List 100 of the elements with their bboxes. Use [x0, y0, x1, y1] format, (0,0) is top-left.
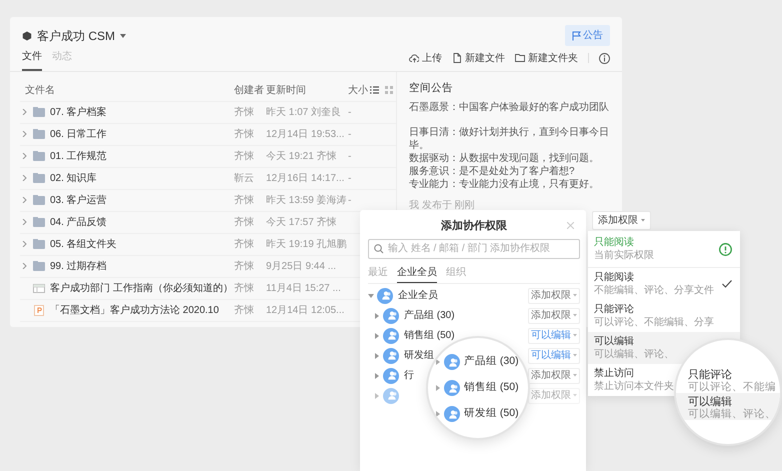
folder-icon: [33, 194, 45, 206]
file-name[interactable]: 99. 过期存档: [50, 258, 107, 274]
file-name[interactable]: 01. 工作规范: [50, 148, 107, 164]
expand-icon[interactable]: [22, 241, 26, 247]
file-size: -: [348, 194, 352, 208]
creator-name: 齐悚: [234, 128, 254, 142]
file-size: -: [348, 106, 352, 120]
expand-icon[interactable]: [375, 372, 379, 378]
folder-icon: [33, 260, 45, 272]
creator-name: 齐悚: [234, 238, 254, 252]
cube-icon: [22, 30, 32, 40]
caret-icon[interactable]: [120, 34, 126, 38]
group-name[interactable]: 销售组 (50): [404, 328, 455, 343]
expand-icon[interactable]: [22, 263, 26, 269]
group-name: 产品组 (30): [464, 354, 519, 370]
caret-icon: [573, 354, 577, 357]
file-name[interactable]: 「石墨文档」客户成功方法论 2020.10: [50, 302, 219, 318]
slides-file-icon: [33, 304, 45, 316]
expand-icon: [436, 385, 440, 391]
expand-icon: [436, 359, 440, 365]
expand-icon[interactable]: [22, 153, 26, 159]
group-name: 销售组 (50): [464, 380, 519, 396]
permission-dropdown[interactable]: 添加权限: [592, 211, 651, 230]
file-name[interactable]: 03. 客户运营: [50, 192, 107, 208]
expand-icon[interactable]: [22, 175, 26, 181]
announcement-line: 数据驱动：从数据中发现问题，找到问题。: [409, 152, 600, 164]
file-size: -: [348, 172, 352, 186]
creator-name: 齐悚: [234, 216, 254, 230]
space-title: 客户成功 CSM: [37, 28, 115, 44]
group-name[interactable]: 企业全员: [398, 288, 438, 303]
file-name[interactable]: 客户成功部门 工作指南（你必须知道的）: [50, 280, 233, 296]
group-name: 研发组 (50): [464, 406, 519, 422]
announcement-line: 石墨愿景：中国客户体验最好的客户成功团队: [409, 100, 610, 114]
info-icon[interactable]: [599, 52, 610, 64]
update-time: 昨天 19:19 孔旭鹏: [266, 238, 347, 252]
file-name[interactable]: 05. 各组文件夹: [50, 236, 117, 252]
folder-icon: [33, 106, 45, 118]
expand-icon[interactable]: [22, 197, 26, 203]
file-name[interactable]: 06. 日常工作: [50, 126, 107, 142]
permission-dropdown[interactable]: 添加权限: [528, 288, 580, 304]
expand-icon[interactable]: [22, 131, 26, 137]
update-time: 今天 19:21 齐悚: [266, 150, 337, 164]
collapse-icon[interactable]: [368, 294, 374, 298]
expand-icon[interactable]: [375, 352, 379, 358]
permission-option[interactable]: 只能评论 可以评论、不能编辑、分享: [588, 300, 714, 332]
expand-icon[interactable]: [375, 392, 379, 398]
update-time: 昨天 1:07 刘奎良: [266, 106, 342, 120]
announcement-line: 日事日清：做好计划并执行，直到今日事今日毕。: [409, 126, 610, 152]
check-icon: [722, 280, 732, 288]
caret-icon: [641, 219, 645, 222]
grid-view-icon[interactable]: [385, 86, 393, 94]
permission-option[interactable]: 只能阅读 不能编辑、评论、分享文件: [588, 268, 740, 300]
permission-option[interactable]: 禁止访问 禁止访问本文件夹: [588, 364, 674, 396]
tab[interactable]: 企业全员: [397, 262, 437, 282]
group-name[interactable]: 研发组: [404, 348, 434, 363]
permission-title: 只能阅读: [594, 236, 635, 249]
file-size: -: [348, 128, 352, 142]
caret-icon: [573, 334, 577, 337]
tab[interactable]: 文件: [22, 48, 42, 70]
folder-icon: [33, 128, 45, 140]
expand-icon[interactable]: [375, 312, 379, 318]
column-header: 文件名: [24, 84, 55, 98]
toolbar-button[interactable]: 新建文件: [452, 50, 505, 66]
file-name[interactable]: 07. 客户档案: [50, 104, 107, 120]
close-icon[interactable]: [567, 222, 574, 229]
file-size: -: [348, 150, 352, 164]
creator-name: 齐悚: [234, 282, 254, 296]
permission-dropdown[interactable]: 添加权限: [528, 368, 580, 384]
permission-dropdown[interactable]: 添加权限: [528, 308, 580, 324]
update-time: 昨天 13:59 姜海涛: [266, 194, 347, 208]
caret-icon: [573, 294, 577, 297]
expand-icon[interactable]: [22, 109, 26, 115]
folder-icon: [33, 216, 45, 228]
list-view-icon[interactable]: [370, 86, 379, 94]
permission-option: 只能评论 可以评论、不能编: [676, 366, 780, 393]
update-time: 9月25日 9:44 ...: [266, 260, 336, 274]
column-header: 大小: [348, 84, 368, 98]
spreadsheet-icon: [33, 282, 45, 294]
permission-description: 当前实际权限: [594, 249, 654, 262]
announcement-title: 空间公告: [409, 82, 454, 94]
creator-name: 齐悚: [234, 150, 254, 164]
announcement-line: 服务意识：是不是处处为了客户着想?: [409, 164, 576, 178]
folder-icon: [515, 53, 525, 63]
toolbar-button[interactable]: 新建文件夹: [515, 50, 578, 66]
expand-icon[interactable]: [22, 219, 26, 225]
update-time: 12月14日 12:05...: [266, 304, 344, 318]
group-name[interactable]: 产品组 (30): [404, 308, 455, 323]
update-time: 11月4日 15:27 ...: [266, 282, 341, 296]
folder-icon: [33, 150, 45, 162]
caret-icon: [573, 314, 577, 317]
file-name[interactable]: 04. 产品反馈: [50, 214, 107, 230]
toolbar-button[interactable]: 上传: [409, 50, 442, 66]
file-name[interactable]: 02. 知识库: [50, 170, 97, 186]
permission-option: 可以编辑 可以编辑、评论、: [676, 393, 780, 420]
group-name[interactable]: 行: [404, 368, 414, 383]
search-field[interactable]: 输入 姓名 / 邮箱 / 部门 添加协作权限: [368, 238, 580, 258]
creator-name: 齐悚: [234, 260, 254, 274]
cloud-upload-icon: [409, 53, 419, 63]
post-info: 我 发布于 刚刚: [409, 198, 476, 212]
expand-icon[interactable]: [375, 332, 379, 338]
